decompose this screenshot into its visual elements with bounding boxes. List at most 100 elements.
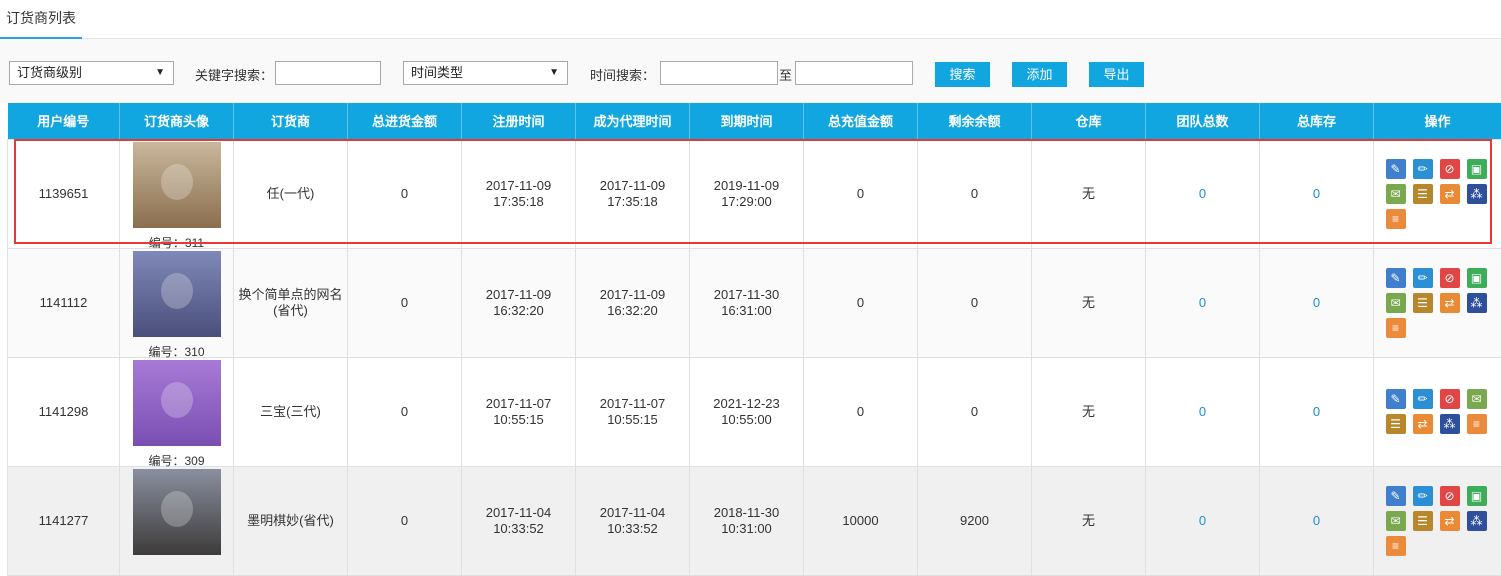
edit-doc-icon[interactable]: ✎ bbox=[1386, 268, 1406, 288]
money-icon[interactable]: ✉ bbox=[1467, 389, 1487, 409]
time-type-select-value: 时间类型 bbox=[411, 65, 463, 80]
money-icon[interactable]: ✉ bbox=[1386, 184, 1406, 204]
transfer-icon[interactable]: ⇄ bbox=[1440, 184, 1460, 204]
total-recharge-cell-value: 0 bbox=[857, 295, 864, 310]
list-icon[interactable]: ☰ bbox=[1386, 414, 1406, 434]
note-clock-icon[interactable]: ≡ bbox=[1386, 318, 1406, 338]
total-recharge-cell-value: 0 bbox=[857, 404, 864, 419]
money-icon[interactable]: ✉ bbox=[1386, 293, 1406, 313]
filter-bar: 订货商级别 ▼ 关键字搜索： 时间类型 ▼ 时间搜索： 至 搜索 添加 导出 bbox=[0, 39, 1501, 103]
level-select-value: 订货商级别 bbox=[17, 65, 82, 80]
avatar[interactable] bbox=[133, 142, 221, 228]
total-stock-link[interactable]: 0 bbox=[1313, 513, 1320, 528]
expire-time-cell-time: 17:29:00 bbox=[690, 194, 803, 210]
total-stock-cell: 0 bbox=[1260, 466, 1374, 575]
expire-time-cell-date: 2021-12-23 bbox=[690, 396, 803, 412]
export-button[interactable]: 导出 bbox=[1089, 62, 1144, 87]
warehouse-cell: 无 bbox=[1032, 248, 1146, 357]
expire-time-cell-date: 2018-11-30 bbox=[690, 505, 803, 521]
boxes-icon[interactable]: ⁂ bbox=[1467, 511, 1487, 531]
boxes-icon[interactable]: ⁂ bbox=[1467, 184, 1487, 204]
boxes-icon[interactable]: ⁂ bbox=[1467, 293, 1487, 313]
total-purchase-cell-value: 0 bbox=[401, 404, 408, 419]
operation-icons: ✎ ✏ ⊘ ▣ ✉ ☰ ⇄ ⁂ ≡ bbox=[1384, 486, 1492, 556]
edit-doc-icon[interactable]: ✎ bbox=[1386, 389, 1406, 409]
note-clock-icon[interactable]: ≡ bbox=[1467, 414, 1487, 434]
distributor-name-cell: 三宝(三代) bbox=[234, 357, 348, 466]
agent-time-cell-time: 16:32:20 bbox=[576, 303, 689, 319]
pencil-icon[interactable]: ✏ bbox=[1413, 486, 1433, 506]
edit-doc-icon[interactable]: ✎ bbox=[1386, 486, 1406, 506]
column-header: 仓库 bbox=[1032, 103, 1146, 139]
expire-time-cell: 2019-11-0917:29:00 bbox=[690, 139, 804, 248]
avatar[interactable] bbox=[133, 251, 221, 337]
register-time-cell-date: 2017-11-07 bbox=[462, 396, 575, 412]
balance-cell: 0 bbox=[918, 139, 1032, 248]
register-time-cell-date: 2017-11-09 bbox=[462, 178, 575, 194]
level-select[interactable]: 订货商级别 ▼ bbox=[9, 61, 174, 85]
ban-icon[interactable]: ⊘ bbox=[1440, 268, 1460, 288]
transfer-icon[interactable]: ⇄ bbox=[1413, 414, 1433, 434]
transfer-icon[interactable]: ⇄ bbox=[1440, 293, 1460, 313]
warehouse-cell: 无 bbox=[1032, 357, 1146, 466]
qr-icon[interactable]: ▣ bbox=[1467, 159, 1487, 179]
list-icon[interactable]: ☰ bbox=[1413, 293, 1433, 313]
ban-icon[interactable]: ⊘ bbox=[1440, 159, 1460, 179]
register-time-cell-date: 2017-11-09 bbox=[462, 287, 575, 303]
end-date-input[interactable] bbox=[795, 61, 913, 85]
boxes-icon[interactable]: ⁂ bbox=[1440, 414, 1460, 434]
total-stock-cell: 0 bbox=[1260, 139, 1374, 248]
avatar-cell bbox=[120, 466, 234, 575]
search-button[interactable]: 搜索 bbox=[935, 62, 990, 87]
column-header: 总库存 bbox=[1260, 103, 1374, 139]
keyword-input[interactable] bbox=[275, 61, 381, 85]
to-label: 至 bbox=[779, 65, 792, 84]
tab-distributor-list[interactable]: 订货商列表 bbox=[0, 0, 82, 39]
pencil-icon[interactable]: ✏ bbox=[1413, 159, 1433, 179]
total-stock-cell: 0 bbox=[1260, 357, 1374, 466]
agent-time-cell-time: 10:55:15 bbox=[576, 412, 689, 428]
qr-icon[interactable]: ▣ bbox=[1467, 486, 1487, 506]
table-row: 1141112 编号：310 换个简单点的网名(省代)02017-11-0916… bbox=[8, 248, 1501, 357]
team-total-link[interactable]: 0 bbox=[1199, 404, 1206, 419]
column-header: 操作 bbox=[1374, 103, 1501, 139]
list-icon[interactable]: ☰ bbox=[1413, 511, 1433, 531]
ban-icon[interactable]: ⊘ bbox=[1440, 389, 1460, 409]
avatar[interactable] bbox=[133, 469, 221, 555]
time-type-select[interactable]: 时间类型 ▼ bbox=[403, 61, 568, 85]
money-icon[interactable]: ✉ bbox=[1386, 511, 1406, 531]
team-total-link[interactable]: 0 bbox=[1199, 186, 1206, 201]
operations-cell: ✎ ✏ ⊘ ▣ ✉ ☰ ⇄ ⁂ ≡ bbox=[1374, 139, 1501, 248]
add-button[interactable]: 添加 bbox=[1012, 62, 1067, 87]
total-stock-link[interactable]: 0 bbox=[1313, 404, 1320, 419]
expire-time-cell-time: 10:55:00 bbox=[690, 412, 803, 428]
note-clock-icon[interactable]: ≡ bbox=[1386, 536, 1406, 556]
note-clock-icon[interactable]: ≡ bbox=[1386, 209, 1406, 229]
total-purchase-cell: 0 bbox=[348, 248, 462, 357]
total-stock-link[interactable]: 0 bbox=[1313, 186, 1320, 201]
ban-icon[interactable]: ⊘ bbox=[1440, 486, 1460, 506]
total-purchase-cell: 0 bbox=[348, 466, 462, 575]
user-id-cell: 1141277 bbox=[8, 466, 120, 575]
transfer-icon[interactable]: ⇄ bbox=[1440, 511, 1460, 531]
avatar[interactable] bbox=[133, 360, 221, 446]
register-time-cell-time: 10:55:15 bbox=[462, 412, 575, 428]
edit-doc-icon[interactable]: ✎ bbox=[1386, 159, 1406, 179]
balance-cell-value: 0 bbox=[971, 186, 978, 201]
warehouse-cell-value: 无 bbox=[1082, 295, 1095, 310]
column-header: 到期时间 bbox=[690, 103, 804, 139]
pencil-icon[interactable]: ✏ bbox=[1413, 268, 1433, 288]
warehouse-cell-value: 无 bbox=[1082, 186, 1095, 201]
expire-time-cell: 2018-11-3010:31:00 bbox=[690, 466, 804, 575]
start-date-input[interactable] bbox=[660, 61, 778, 85]
total-stock-link[interactable]: 0 bbox=[1313, 295, 1320, 310]
team-total-link[interactable]: 0 bbox=[1199, 513, 1206, 528]
list-icon[interactable]: ☰ bbox=[1413, 184, 1433, 204]
column-header: 订货商头像 bbox=[120, 103, 234, 139]
team-total-link[interactable]: 0 bbox=[1199, 295, 1206, 310]
qr-icon[interactable]: ▣ bbox=[1467, 268, 1487, 288]
pencil-icon[interactable]: ✏ bbox=[1413, 389, 1433, 409]
chevron-down-icon: ▼ bbox=[549, 62, 559, 84]
total-purchase-cell: 0 bbox=[348, 139, 462, 248]
register-time-cell: 2017-11-0710:55:15 bbox=[462, 357, 576, 466]
